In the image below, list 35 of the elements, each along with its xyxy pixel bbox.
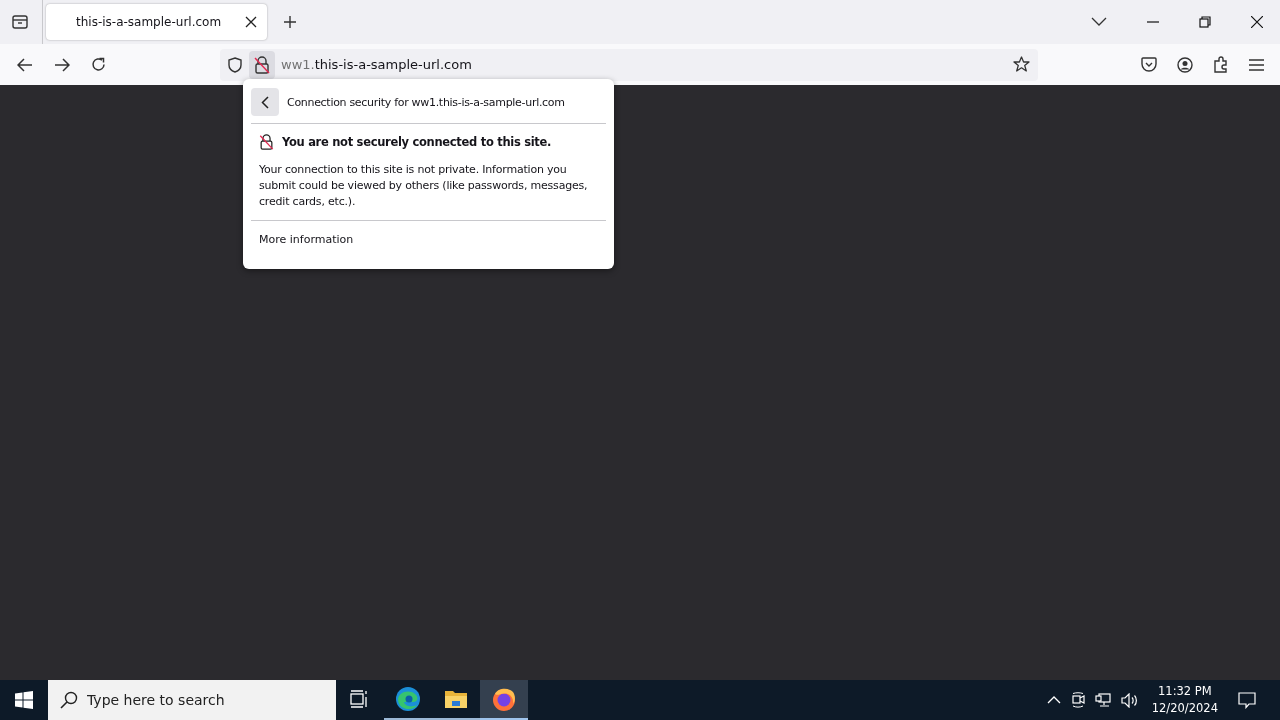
more-information-link[interactable]: More information <box>259 233 354 246</box>
speaker-icon[interactable] <box>1120 692 1138 708</box>
popup-title: Connection security for ww1.this-is-a-sample-url.com <box>287 95 565 109</box>
taskbar-search-field[interactable]: Type here to search <box>48 680 336 720</box>
menu-icon[interactable] <box>1249 58 1264 71</box>
clock-time[interactable]: 11:32 PM <box>1158 683 1212 700</box>
warning-heading: You are not securely connected to this site. <box>282 135 552 149</box>
clock-date[interactable]: 12/20/2024 <box>1151 700 1218 717</box>
restore-icon[interactable] <box>1199 16 1211 28</box>
chevron-down-icon[interactable] <box>1091 17 1107 27</box>
chevron-up-icon[interactable] <box>1046 696 1061 704</box>
reload-icon[interactable] <box>91 57 106 72</box>
pocket-icon[interactable] <box>1141 57 1157 72</box>
shield-icon[interactable] <box>228 56 242 73</box>
close-icon[interactable] <box>1251 16 1263 28</box>
browser-tab[interactable]: this-is-a-sample-url.com <box>46 4 267 40</box>
new-tab-icon[interactable] <box>283 15 297 29</box>
insecure-lock-icon <box>259 134 274 150</box>
forward-arrow-icon[interactable] <box>54 57 70 72</box>
back-button[interactable] <box>251 88 279 116</box>
chevron-left-icon <box>261 95 269 109</box>
star-icon[interactable] <box>1013 56 1030 73</box>
url-text: ww1.this-is-a-sample-url.com <box>281 57 472 72</box>
network-icon[interactable] <box>1094 692 1111 708</box>
account-icon[interactable] <box>1177 56 1193 73</box>
puzzle-piece-icon[interactable] <box>1213 56 1229 73</box>
warning-description: Your connection to this site is not private. Information you submit could be viewed by others (like passwords, messages, credit cards, etc.). <box>259 162 589 210</box>
address-bar[interactable]: ww1.this-is-a-sample-url.com <box>220 48 1038 81</box>
notification-icon[interactable] <box>1238 691 1256 709</box>
close-icon[interactable] <box>245 16 257 28</box>
tab-list-icon[interactable] <box>11 13 29 31</box>
camera-icon[interactable] <box>1070 692 1085 708</box>
insecure-lock-icon[interactable] <box>249 50 275 79</box>
firefox-icon[interactable] <box>480 680 528 720</box>
back-arrow-icon[interactable] <box>17 57 33 72</box>
